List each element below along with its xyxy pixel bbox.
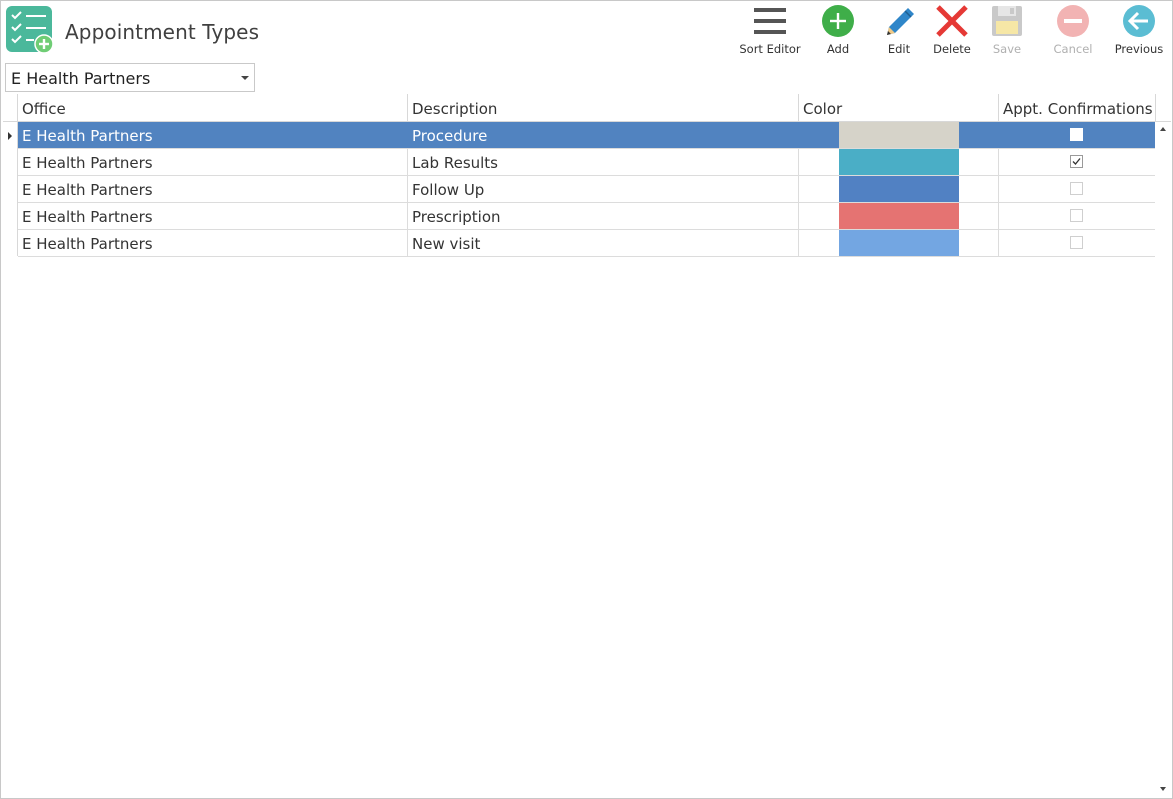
minus-circle-icon [1055,4,1091,40]
table-row[interactable]: E Health Partners Follow Up [18,176,1155,203]
cell-office[interactable]: E Health Partners [18,149,408,175]
table-row[interactable]: E Health Partners Prescription [18,203,1155,230]
cell-description[interactable]: Prescription [408,203,799,229]
cell-description[interactable]: Follow Up [408,176,799,202]
scroll-down-icon[interactable] [1156,781,1171,796]
row-header-column [3,94,18,256]
color-swatch [839,203,959,229]
cell-appt-confirmations [999,230,1155,256]
sort-editor-button[interactable]: Sort Editor [737,4,803,58]
office-dropdown[interactable]: E Health Partners [5,63,255,92]
appt-confirmations-checkbox[interactable] [1070,182,1083,195]
appointment-types-grid: Office Description Color Appt. Confirmat… [3,94,1171,796]
cell-office[interactable]: E Health Partners [18,176,408,202]
column-header-description[interactable]: Description [408,94,799,122]
column-header-color[interactable]: Color [799,94,999,122]
plus-circle-icon [820,4,856,40]
chevron-down-icon [241,76,249,80]
current-row-indicator-icon [8,132,12,140]
arrow-left-circle-icon [1121,4,1157,40]
table-row[interactable]: E Health Partners Procedure [18,122,1155,149]
color-swatch [839,176,959,202]
office-dropdown-value: E Health Partners [11,69,151,88]
cell-appt-confirmations [999,149,1155,175]
cell-description[interactable]: New visit [408,230,799,256]
appt-confirmations-checkbox[interactable] [1070,155,1083,168]
column-header-office[interactable]: Office [18,94,408,122]
cell-office[interactable]: E Health Partners [18,122,408,148]
scroll-up-icon[interactable] [1156,122,1171,137]
pencil-icon [881,4,917,40]
checkmark-icon [1072,158,1081,165]
cell-color[interactable] [799,122,999,148]
cell-office[interactable]: E Health Partners [18,203,408,229]
color-swatch [839,230,959,256]
hamburger-icon [752,4,788,40]
cell-color[interactable] [799,230,999,256]
vertical-scrollbar[interactable] [1156,122,1171,796]
add-label: Add [826,42,850,56]
appt-confirmations-checkbox[interactable] [1070,209,1083,222]
cell-appt-confirmations [999,176,1155,202]
add-button[interactable]: Add [805,4,871,58]
cell-appt-confirmations [999,122,1155,148]
cancel-label: Cancel [1053,42,1093,56]
cell-color[interactable] [799,176,999,202]
color-swatch [839,122,959,148]
appt-confirmations-checkbox[interactable] [1070,128,1083,141]
previous-button[interactable]: Previous [1106,4,1172,58]
color-swatch [839,149,959,175]
x-icon [934,4,970,40]
save-label: Save [992,42,1022,56]
cell-description[interactable]: Procedure [408,122,799,148]
sort-editor-label: Sort Editor [739,42,801,56]
previous-label: Previous [1114,42,1164,56]
floppy-disk-icon [989,4,1025,40]
appt-confirmations-checkbox[interactable] [1070,236,1083,249]
table-row[interactable]: E Health Partners New visit [18,230,1155,257]
table-row[interactable]: E Health Partners Lab Results [18,149,1155,176]
column-header-appt-confirmations[interactable]: Appt. Confirmations [999,94,1156,122]
cell-description[interactable]: Lab Results [408,149,799,175]
toolbar: Sort Editor Add Edit Delete Save Cancel … [0,0,1173,60]
save-button[interactable]: Save [974,4,1040,58]
cell-color[interactable] [799,149,999,175]
cancel-button[interactable]: Cancel [1040,4,1106,58]
cell-appt-confirmations [999,203,1155,229]
cell-office[interactable]: E Health Partners [18,230,408,256]
grid-header: Office Description Color Appt. Confirmat… [3,94,1171,122]
cell-color[interactable] [799,203,999,229]
